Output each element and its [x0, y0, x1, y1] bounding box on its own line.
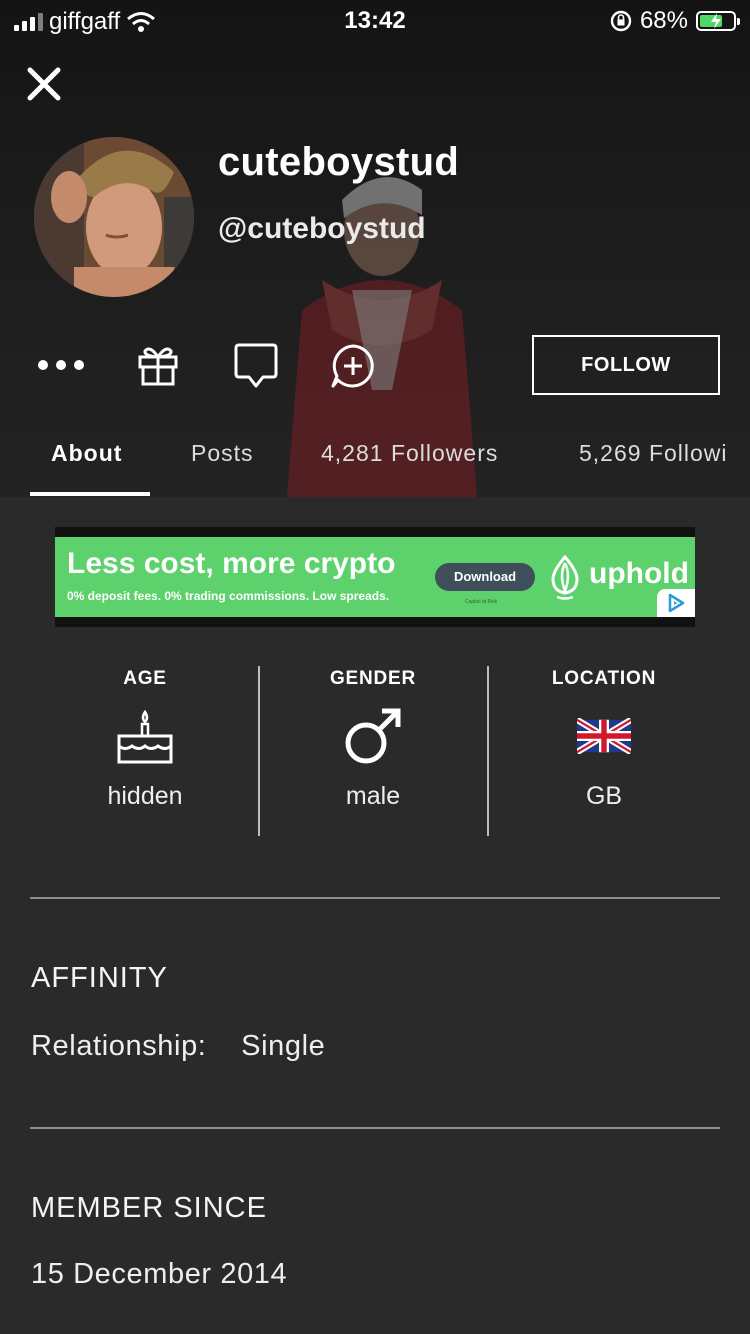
active-tab-indicator — [30, 492, 150, 496]
status-bar: giffgaff 13:42 68% — [0, 0, 750, 40]
more-options-icon[interactable] — [34, 353, 88, 377]
stat-age-value: hidden — [107, 782, 183, 810]
battery-percent: 68% — [639, 7, 688, 34]
ad-caption: Capital at Risk — [465, 599, 498, 605]
section-divider — [30, 897, 720, 899]
status-right: 68% — [610, 7, 740, 35]
profile-tabs: About Posts 4,281 Followers 5,269 Follow… — [0, 430, 750, 497]
stat-gender-value: male — [345, 782, 401, 810]
relationship-row: Relationship: Single — [31, 1030, 325, 1063]
close-icon[interactable] — [26, 66, 62, 102]
member-since-title: MEMBER SINCE — [31, 1192, 267, 1224]
stat-age: AGE hidden — [30, 660, 260, 811]
ad-content[interactable]: Less cost, more crypto 0% deposit fees. … — [55, 537, 695, 617]
birthday-cake-icon — [117, 709, 173, 764]
tab-following[interactable]: 5,269 Followi — [579, 440, 728, 467]
add-story-icon[interactable] — [328, 341, 378, 391]
follow-button[interactable]: FOLLOW — [532, 335, 720, 395]
ad-brand: uphold — [589, 557, 689, 590]
affinity-title: AFFINITY — [31, 962, 168, 994]
ad-headline: Less cost, more crypto — [67, 547, 396, 580]
rotation-lock-icon — [610, 10, 632, 32]
gift-icon[interactable] — [134, 341, 182, 389]
stat-location-value: GB — [585, 782, 623, 810]
uphold-logo-icon — [551, 554, 579, 600]
tab-followers[interactable]: 4,281 Followers — [321, 440, 498, 467]
stat-age-label: AGE — [123, 668, 167, 689]
ad-subline: 0% deposit fees. 0% trading commissions.… — [67, 589, 390, 603]
adchoices-icon[interactable] — [657, 589, 695, 617]
profile-stats: AGE hidden GENDER male LOCATION GB — [30, 660, 720, 840]
tab-about[interactable]: About — [51, 440, 122, 467]
stat-location-label: LOCATION — [551, 668, 657, 689]
stat-location: LOCATION GB — [489, 660, 719, 811]
stat-gender: GENDER male — [258, 660, 488, 811]
stat-gender-label: GENDER — [329, 668, 417, 689]
relationship-value: Single — [241, 1030, 326, 1062]
section-divider — [30, 1127, 720, 1129]
avatar-photo — [34, 137, 194, 297]
avatar[interactable] — [34, 137, 194, 297]
username-handle: @cuteboystud — [218, 212, 426, 245]
message-icon[interactable] — [232, 341, 280, 391]
profile-header: giffgaff 13:42 68% cuteboystud @cuteboys… — [0, 0, 750, 497]
ad-download-button[interactable]: Download — [435, 563, 535, 591]
ad-banner[interactable]: Less cost, more crypto 0% deposit fees. … — [55, 527, 695, 627]
male-symbol-icon — [345, 708, 401, 764]
uk-flag-icon — [577, 718, 631, 754]
tab-posts[interactable]: Posts — [191, 440, 254, 467]
relationship-label: Relationship: — [31, 1030, 207, 1062]
battery-icon — [696, 11, 740, 31]
display-name: cuteboystud — [218, 140, 460, 184]
member-since-date: 15 December 2014 — [31, 1258, 288, 1290]
